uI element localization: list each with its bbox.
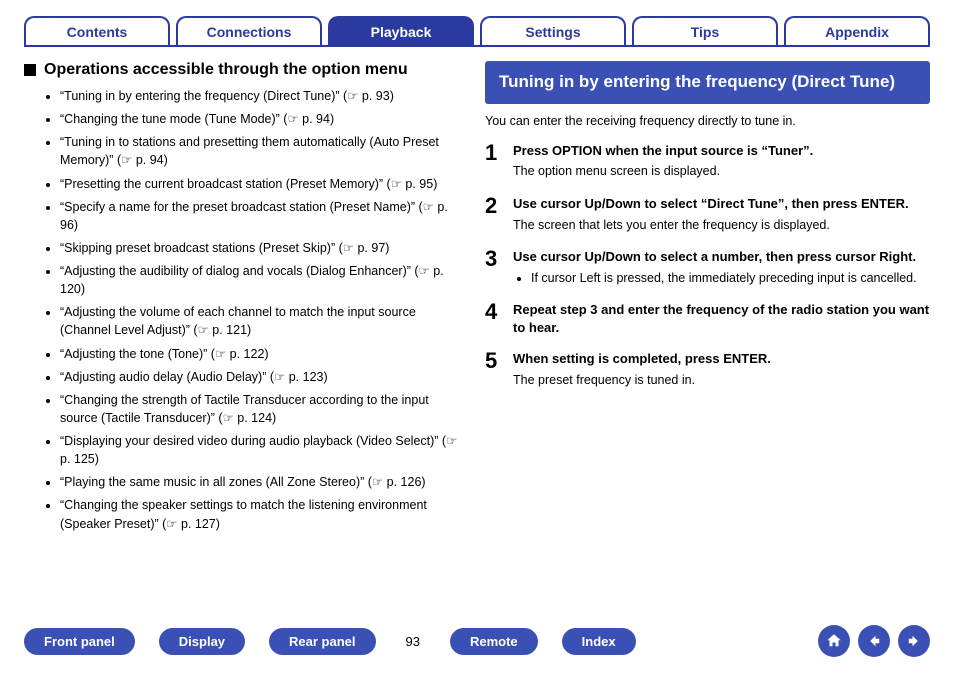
option-item-text: “Specify a name for the preset broadcast… [60, 200, 415, 214]
step: 4Repeat step 3 and enter the frequency o… [485, 301, 930, 336]
option-menu-list: “Tuning in by entering the frequency (Di… [24, 87, 469, 533]
option-item-text: “Tuning in to stations and presetting th… [60, 135, 439, 167]
option-list-item[interactable]: “Tuning in to stations and presetting th… [60, 133, 469, 169]
step: 5When setting is completed, press ENTER.… [485, 350, 930, 389]
section-heading: Operations accessible through the option… [44, 61, 408, 79]
link-icon: ☞ [446, 432, 457, 450]
option-list-item[interactable]: “Tuning in by entering the frequency (Di… [60, 87, 469, 105]
link-icon: ☞ [166, 515, 177, 533]
footer-btn-rear-panel[interactable]: Rear panel [269, 628, 375, 655]
tab-appendix[interactable]: Appendix [784, 16, 930, 45]
step-sub-item: If cursor Left is pressed, the immediate… [531, 270, 930, 288]
option-item-text: “Changing the speaker settings to match … [60, 498, 427, 530]
link-icon: ☞ [343, 239, 354, 257]
footer-btn-front-panel[interactable]: Front panel [24, 628, 135, 655]
steps-list: 1Press OPTION when the input source is “… [485, 142, 930, 389]
topic-intro: You can enter the receiving frequency di… [485, 114, 930, 128]
option-item-text: “Adjusting audio delay (Audio Delay)” [60, 370, 266, 384]
link-icon: ☞ [223, 409, 234, 427]
step-desc: The option menu screen is displayed. [513, 163, 930, 181]
step-number: 4 [485, 301, 513, 323]
option-list-item[interactable]: “Changing the tune mode (Tune Mode)” (☞ … [60, 110, 469, 128]
section-marker-icon [24, 64, 36, 76]
link-icon: ☞ [121, 151, 132, 169]
tab-contents[interactable]: Contents [24, 16, 170, 45]
link-icon: ☞ [198, 321, 209, 339]
step-title: When setting is completed, press ENTER. [513, 350, 930, 368]
step-number: 3 [485, 248, 513, 270]
link-icon: ☞ [347, 87, 358, 105]
step-desc: The screen that lets you enter the frequ… [513, 217, 930, 235]
left-column: Operations accessible through the option… [24, 61, 469, 538]
footer-btn-remote[interactable]: Remote [450, 628, 538, 655]
link-icon: ☞ [287, 110, 298, 128]
option-item-page: p. 93 [362, 89, 390, 103]
option-item-page: p. 121 [212, 323, 247, 337]
step-desc: The preset frequency is tuned in. [513, 372, 930, 390]
option-item-page: p. 94 [302, 112, 330, 126]
option-item-page: p. 123 [289, 370, 324, 384]
option-list-item[interactable]: “Changing the strength of Tactile Transd… [60, 391, 469, 427]
top-tabs: Contents Connections Playback Settings T… [24, 16, 930, 47]
link-icon: ☞ [215, 345, 226, 363]
option-item-text: “Adjusting the audibility of dialog and … [60, 264, 411, 278]
option-item-page: p. 125 [60, 452, 95, 466]
option-list-item[interactable]: “Playing the same music in all zones (Al… [60, 473, 469, 491]
footer-btn-display[interactable]: Display [159, 628, 245, 655]
option-list-item[interactable]: “Adjusting the audibility of dialog and … [60, 262, 469, 298]
step-title: Repeat step 3 and enter the frequency of… [513, 301, 930, 336]
option-item-page: p. 97 [357, 241, 385, 255]
option-item-text: “Skipping preset broadcast stations (Pre… [60, 241, 335, 255]
tab-settings[interactable]: Settings [480, 16, 626, 45]
option-item-page: p. 95 [405, 177, 433, 191]
step-title: Use cursor Up/Down to select a number, t… [513, 248, 930, 266]
option-list-item[interactable]: “Changing the speaker settings to match … [60, 496, 469, 532]
link-icon: ☞ [419, 262, 430, 280]
topic-heading: Tuning in by entering the frequency (Dir… [485, 61, 930, 104]
option-item-page: p. 127 [181, 517, 216, 531]
step: 3Use cursor Up/Down to select a number, … [485, 248, 930, 287]
option-list-item[interactable]: “Displaying your desired video during au… [60, 432, 469, 468]
option-item-text: “Changing the tune mode (Tune Mode)” [60, 112, 280, 126]
option-item-page: p. 124 [237, 411, 272, 425]
option-list-item[interactable]: “Presetting the current broadcast statio… [60, 175, 469, 193]
option-item-text: “Presetting the current broadcast statio… [60, 177, 383, 191]
tab-playback[interactable]: Playback [328, 16, 474, 45]
step: 1Press OPTION when the input source is “… [485, 142, 930, 181]
step-title: Press OPTION when the input source is “T… [513, 142, 930, 160]
option-item-text: “Tuning in by entering the frequency (Di… [60, 89, 340, 103]
right-column: Tuning in by entering the frequency (Dir… [485, 61, 930, 538]
link-icon: ☞ [423, 198, 434, 216]
option-item-text: “Playing the same music in all zones (Al… [60, 475, 364, 489]
step-number: 1 [485, 142, 513, 164]
option-list-item[interactable]: “Adjusting the tone (Tone)” (☞ p. 122) [60, 345, 469, 363]
step-title: Use cursor Up/Down to select “Direct Tun… [513, 195, 930, 213]
option-item-page: p. 122 [230, 347, 265, 361]
option-list-item[interactable]: “Skipping preset broadcast stations (Pre… [60, 239, 469, 257]
link-icon: ☞ [391, 175, 402, 193]
step: 2Use cursor Up/Down to select “Direct Tu… [485, 195, 930, 234]
next-page-icon[interactable] [898, 625, 930, 657]
page-number: 93 [400, 634, 426, 649]
prev-page-icon[interactable] [858, 625, 890, 657]
option-list-item[interactable]: “Specify a name for the preset broadcast… [60, 198, 469, 234]
option-item-text: “Displaying your desired video during au… [60, 434, 438, 448]
option-list-item[interactable]: “Adjusting audio delay (Audio Delay)” (☞… [60, 368, 469, 386]
footer-bar: Front panel Display Rear panel 93 Remote… [24, 625, 930, 657]
tab-connections[interactable]: Connections [176, 16, 322, 45]
step-number: 5 [485, 350, 513, 372]
tab-tips[interactable]: Tips [632, 16, 778, 45]
footer-btn-index[interactable]: Index [562, 628, 636, 655]
option-item-page: p. 94 [136, 153, 164, 167]
option-item-page: p. 126 [387, 475, 422, 489]
step-number: 2 [485, 195, 513, 217]
link-icon: ☞ [274, 368, 285, 386]
option-list-item[interactable]: “Adjusting the volume of each channel to… [60, 303, 469, 339]
option-item-text: “Adjusting the tone (Tone)” [60, 347, 207, 361]
link-icon: ☞ [372, 473, 383, 491]
home-icon[interactable] [818, 625, 850, 657]
